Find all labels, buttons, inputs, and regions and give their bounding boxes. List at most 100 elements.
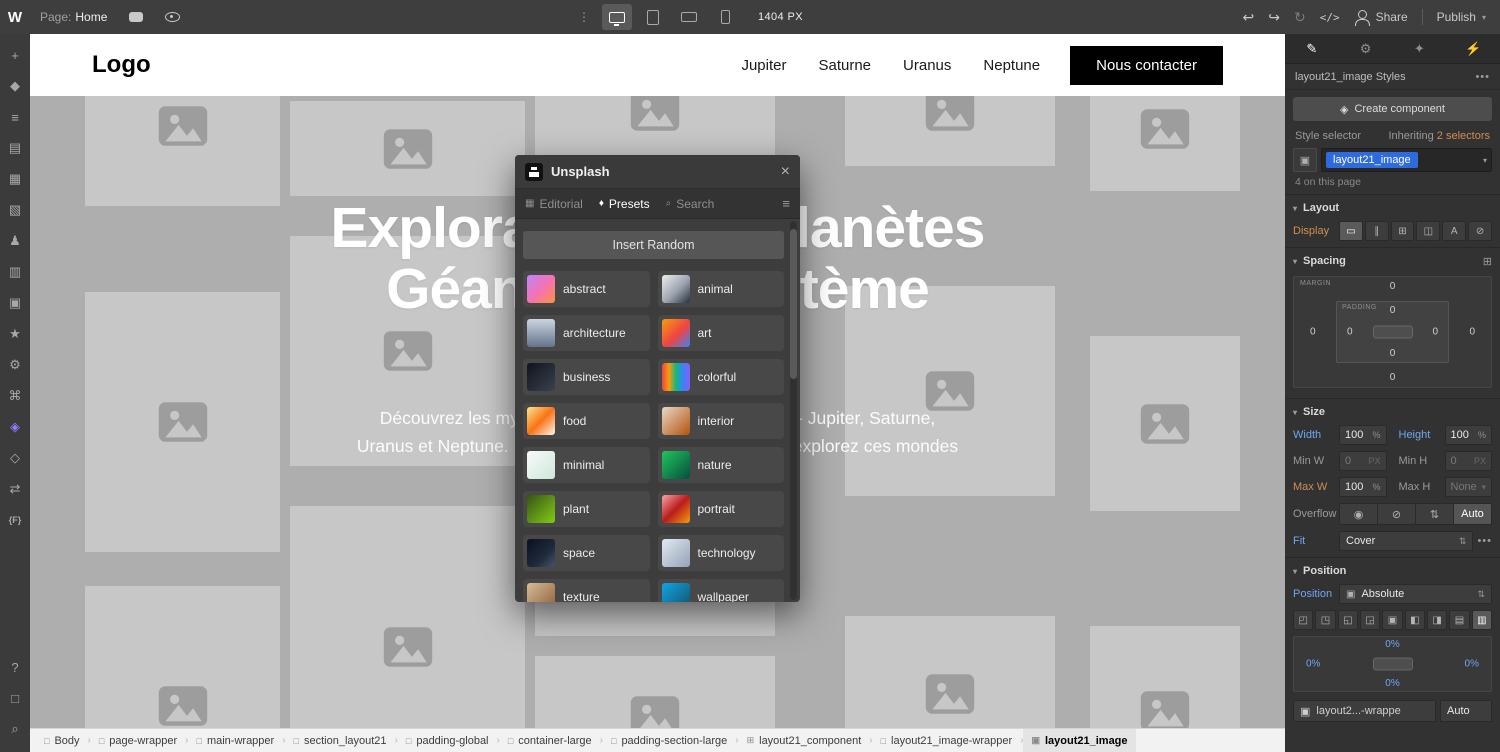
preset-art[interactable]: art [658, 315, 785, 351]
image-placeholder[interactable] [290, 506, 525, 728]
image-placeholder[interactable] [85, 586, 280, 728]
breadcrumb-container-large[interactable]: □container-large [500, 729, 600, 752]
position-label[interactable]: Position [1293, 588, 1335, 600]
unsplash-dialog-header[interactable]: Unsplash × [515, 155, 800, 189]
relative-to-select[interactable]: ▣ layout2...-wrappe [1293, 700, 1436, 722]
max-width-input[interactable]: 100 % [1339, 477, 1387, 497]
breakpoint-landscape-button[interactable] [674, 4, 704, 30]
height-label[interactable]: Height [1399, 429, 1441, 441]
fonts-tool[interactable]: {F} [2, 507, 28, 533]
site-logo[interactable]: Logo [92, 51, 151, 79]
breadcrumb-section_layout21[interactable]: □section_layout21 [286, 729, 395, 752]
width-label[interactable]: Width [1293, 429, 1335, 441]
redo-icon[interactable]: ↪ [1268, 9, 1280, 26]
settings-tool[interactable]: ⚙ [2, 352, 28, 378]
spacing-section-header[interactable]: ▾ Spacing ⊞ [1285, 248, 1500, 274]
preset-architecture[interactable]: architecture [523, 315, 650, 351]
margin-top-value[interactable]: 0 [1390, 281, 1396, 292]
class-tag[interactable]: layout21_image [1326, 152, 1418, 168]
pin-bottom-right-button[interactable]: ◲ [1360, 610, 1380, 630]
breadcrumb-layout21_image-wrapper[interactable]: □layout21_image-wrapper [873, 729, 1021, 752]
preset-texture[interactable]: texture [523, 579, 650, 602]
preset-portrait[interactable]: portrait [658, 491, 785, 527]
preset-animal[interactable]: animal [658, 271, 785, 307]
nav-link-uranus[interactable]: Uranus [903, 57, 951, 74]
nav-link-jupiter[interactable]: Jupiter [741, 57, 786, 74]
overflow-hidden-button[interactable]: ⊘ [1378, 504, 1416, 524]
preset-colorful[interactable]: colorful [658, 359, 785, 395]
display-label[interactable]: Display [1293, 225, 1335, 237]
margin-bottom-value[interactable]: 0 [1390, 372, 1396, 383]
spacing-control[interactable]: MARGIN 0 0 0 0 PADDING 0 0 0 0 [1293, 276, 1492, 388]
media-tool[interactable]: ▣ [2, 290, 28, 316]
preset-minimal[interactable]: minimal [523, 447, 650, 483]
preset-food[interactable]: food [523, 403, 650, 439]
position-bottom-value[interactable]: 0% [1385, 678, 1399, 689]
overflow-label[interactable]: Overflow [1293, 508, 1335, 520]
position-right-value[interactable]: 0% [1465, 659, 1479, 670]
class-selector-input[interactable]: layout21_image ▾ [1321, 148, 1492, 172]
insert-random-button[interactable]: Insert Random [523, 231, 784, 259]
pin-right-button[interactable]: ◨ [1427, 610, 1447, 630]
width-input[interactable]: 100 % [1339, 425, 1387, 445]
image-placeholder[interactable] [535, 656, 775, 728]
pages-tool[interactable]: ▤ [2, 135, 28, 161]
packages-tool[interactable]: ◇ [2, 445, 28, 471]
layout-section-header[interactable]: ▾ Layout [1285, 195, 1500, 221]
overflow-scroll-button[interactable]: ⇅ [1416, 504, 1454, 524]
display-block-button[interactable]: ▭ [1339, 221, 1363, 241]
preset-interior[interactable]: interior [658, 403, 785, 439]
image-placeholder[interactable] [1090, 96, 1240, 191]
share-button[interactable]: Share [1354, 10, 1408, 24]
ecommerce-tool[interactable]: ▥ [2, 259, 28, 285]
overflow-visible-button[interactable]: ◉ [1340, 504, 1378, 524]
breadcrumb-layout21_image[interactable]: ▣layout21_image [1023, 729, 1135, 752]
spacing-settings-icon[interactable]: ⊞ [1483, 255, 1492, 268]
tab-presets[interactable]: ♦Presets [599, 197, 650, 211]
settings-tab[interactable]: ⚙ [1339, 34, 1393, 63]
pin-left-button[interactable]: ◧ [1405, 610, 1425, 630]
padding-control[interactable]: PADDING 0 0 0 0 [1336, 301, 1449, 363]
breadcrumb-main-wrapper[interactable]: □main-wrapper [189, 729, 283, 752]
size-section-header[interactable]: ▾ Size [1285, 399, 1500, 425]
undo-icon[interactable]: ↩ [1243, 9, 1255, 26]
padding-bottom-value[interactable]: 0 [1390, 348, 1396, 359]
breadcrumb-layout21_component[interactable]: ⊞layout21_component [739, 729, 870, 752]
image-placeholder[interactable] [85, 96, 280, 206]
padding-top-value[interactable]: 0 [1390, 305, 1396, 316]
image-placeholder[interactable] [1090, 626, 1240, 728]
fit-more-options-icon[interactable]: ••• [1477, 535, 1492, 547]
zoom-tool[interactable]: ⌕ [2, 716, 28, 742]
tab-editorial[interactable]: ▦Editorial [525, 197, 583, 211]
pin-full-button[interactable]: ▥ [1472, 610, 1492, 630]
audit-tool[interactable]: ⌘ [2, 383, 28, 409]
add-tool[interactable]: + [2, 42, 28, 68]
display-none-button[interactable]: ⊘ [1468, 221, 1492, 241]
nav-link-saturne[interactable]: Saturne [818, 57, 871, 74]
breadcrumb-padding-section-large[interactable]: □padding-section-large [603, 729, 735, 752]
preview-icon[interactable] [165, 12, 180, 22]
pin-bottom-left-button[interactable]: ◱ [1338, 610, 1358, 630]
pin-top-left-button[interactable]: ◰ [1293, 610, 1313, 630]
preset-technology[interactable]: technology [658, 535, 785, 571]
apps-tool[interactable]: ★ [2, 321, 28, 347]
navigator-tool[interactable]: ≡ [2, 104, 28, 130]
cms-tool[interactable]: ▦ [2, 166, 28, 192]
display-inline-button[interactable]: A [1442, 221, 1466, 241]
display-inline-block-button[interactable]: ◫ [1416, 221, 1440, 241]
breadcrumb-body[interactable]: □Body [36, 729, 88, 752]
chevron-down-icon[interactable]: ▾ [1483, 156, 1487, 165]
preset-abstract[interactable]: abstract [523, 271, 650, 307]
scrollbar-thumb[interactable] [790, 229, 797, 379]
effects-tab[interactable]: ✦ [1393, 34, 1447, 63]
canvas-width-readout[interactable]: 1404 PX [758, 11, 803, 23]
code-export-icon[interactable]: </> [1320, 11, 1340, 24]
scrollbar-track[interactable] [790, 221, 797, 600]
pin-center-button[interactable]: ▣ [1382, 610, 1402, 630]
preset-space[interactable]: space [523, 535, 650, 571]
pin-top-button[interactable]: ▤ [1449, 610, 1469, 630]
nav-link-neptune[interactable]: Neptune [983, 57, 1040, 74]
z-index-input[interactable]: Auto [1440, 700, 1492, 722]
breadcrumb-padding-global[interactable]: □padding-global [398, 729, 497, 752]
image-placeholder[interactable] [845, 616, 1055, 728]
